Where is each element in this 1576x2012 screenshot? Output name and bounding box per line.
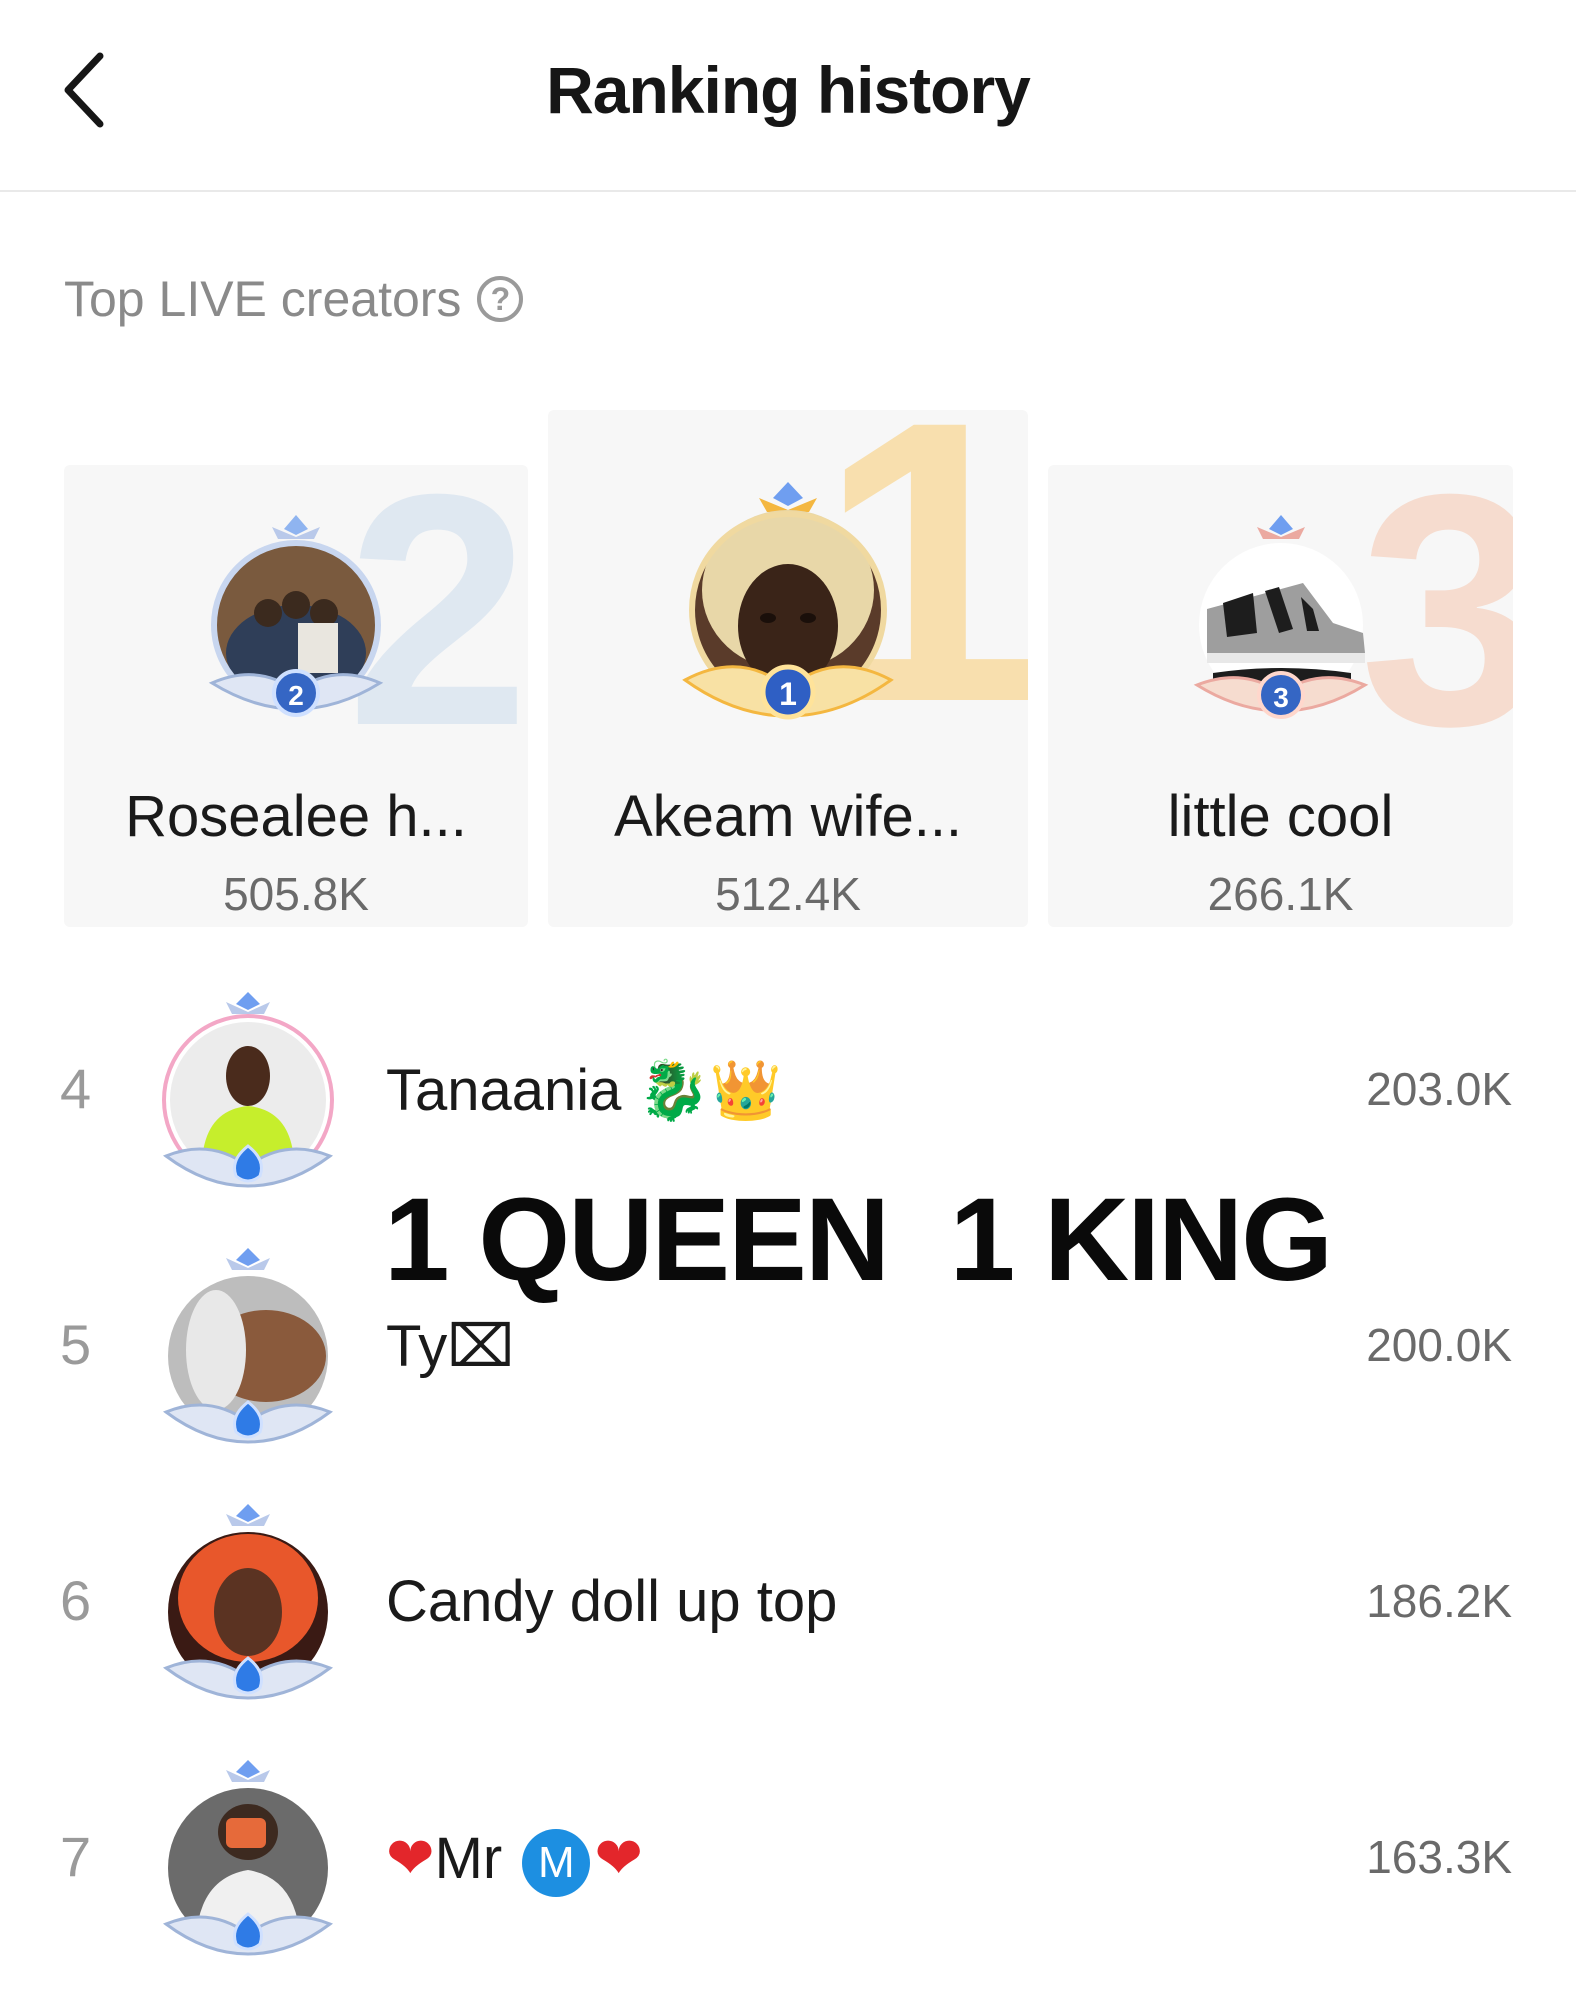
header-bar: Ranking history <box>0 0 1576 192</box>
rank-number: 4 <box>60 1057 92 1120</box>
avatar <box>162 1248 334 1444</box>
creator-name-text: Mr <box>434 1826 503 1891</box>
podium-card-rank-3[interactable]: 3 3 little cool 266.1K <box>1048 465 1513 927</box>
creator-name-text: Ty <box>386 1314 448 1379</box>
podium-card-rank-1[interactable]: 1 1 Akeam wife... 512.4K <box>548 410 1028 927</box>
podium-score: 512.4K <box>715 868 861 920</box>
creator-name-text: Tanaania <box>386 1058 622 1123</box>
rank-number: 7 <box>60 1825 92 1888</box>
section-label: Top LIVE creators ? <box>64 270 524 328</box>
avatar <box>162 1760 334 1956</box>
podium-score: 266.1K <box>1207 868 1354 920</box>
avatar: 3 <box>1193 515 1368 719</box>
avatar-frame <box>156 1502 340 1712</box>
creator-score: 163.3K <box>1366 1831 1512 1883</box>
page-title: Ranking history <box>546 53 1031 127</box>
avatar-frame: 3 <box>1183 513 1379 723</box>
creator-score: 200.0K <box>1366 1319 1512 1371</box>
heart-icon: ❤ <box>594 1826 643 1891</box>
avatar-frame: 1 <box>675 480 901 730</box>
rank-badge-number: 3 <box>1273 682 1289 713</box>
creator-score: 203.0K <box>1366 1063 1512 1115</box>
creator-score: 186.2K <box>1366 1575 1512 1627</box>
podium-rank-number: 3 <box>1359 465 1513 794</box>
overlay-caption: 1 QUEEN 1 KING <box>384 1174 1333 1306</box>
heart-icon: ❤ <box>386 1826 435 1891</box>
section-label-text: Top LIVE creators <box>64 271 462 327</box>
avatar-frame <box>156 1246 340 1456</box>
avatar-frame <box>156 990 340 1200</box>
avatar: 1 <box>682 482 894 720</box>
dragon-crown-emoji: 🐉👑 <box>637 1056 782 1124</box>
creator-name: Tanaania 🐉👑 <box>386 1056 782 1125</box>
creator-name: Candy doll up top <box>386 1569 838 1634</box>
podium-card-rank-2[interactable]: 2 2 Rosealee h... 505.8K <box>64 465 528 927</box>
rank-number: 5 <box>60 1313 92 1376</box>
list-item[interactable]: 6 Candy doll up top 186.2K <box>0 1502 1576 1702</box>
list-item[interactable]: 7 ❤Mr M ❤ 163.3K <box>0 1758 1576 1958</box>
creator-name: Ty⌧ <box>386 1312 514 1380</box>
avatar-frame: 2 <box>198 513 394 723</box>
podium-score: 505.8K <box>223 868 369 920</box>
list-item[interactable]: 4 Tanaania 🐉👑 203.0K <box>0 990 1576 1190</box>
missing-glyph: ⌧ <box>447 1314 515 1379</box>
rank-badge-number: 1 <box>779 676 797 712</box>
podium-name: Akeam wife... <box>613 784 963 849</box>
avatar <box>162 992 334 1188</box>
rank-number: 6 <box>60 1569 92 1632</box>
avatar <box>162 1504 334 1700</box>
m-badge-icon: M <box>522 1828 591 1897</box>
avatar: 2 <box>208 515 384 717</box>
avatar-frame <box>156 1758 340 1968</box>
podium-name: Rosealee h... <box>125 784 467 849</box>
rank-badge-number: 2 <box>288 680 304 711</box>
creator-name: ❤Mr M ❤ <box>386 1824 643 1897</box>
podium-name: little cool <box>1167 784 1394 849</box>
question-circle-icon[interactable]: ? <box>477 276 524 322</box>
